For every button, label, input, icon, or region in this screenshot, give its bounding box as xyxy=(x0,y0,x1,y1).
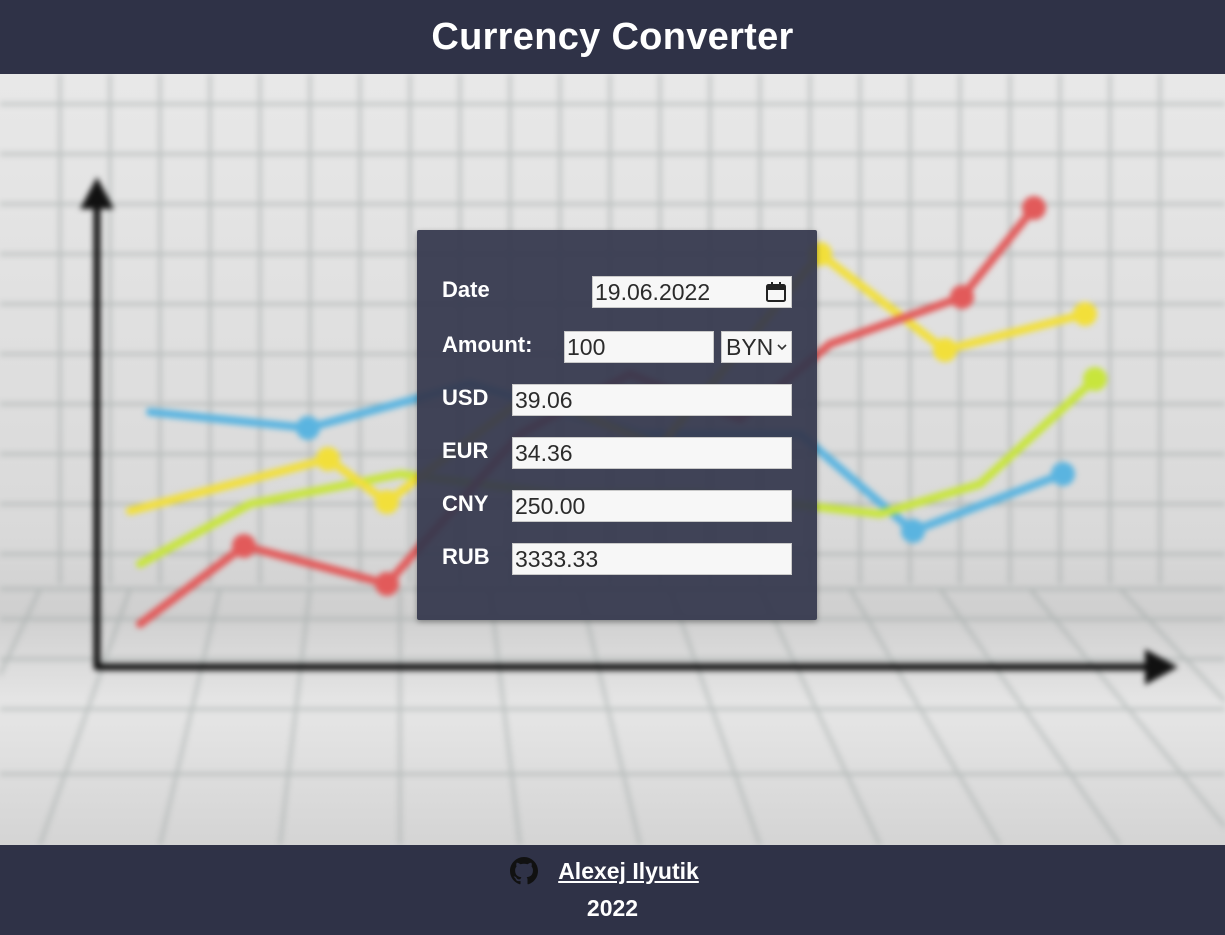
date-input[interactable]: 19.06.2022 xyxy=(592,276,792,308)
base-currency-select[interactable]: BYN xyxy=(721,331,792,363)
currency-code-eur: EUR xyxy=(442,438,489,463)
amount-input[interactable]: 100 xyxy=(564,331,714,363)
rub-result-field[interactable]: 3333.33 xyxy=(512,543,792,575)
author-link-group: Alexej Ilyutik xyxy=(0,857,1225,885)
result-row-rub: RUB 3333.33 xyxy=(442,543,792,575)
currency-code-rub: RUB xyxy=(442,544,490,569)
result-row-usd: USD 39.06 xyxy=(442,384,792,416)
app-footer: Alexej Ilyutik 2022 xyxy=(0,845,1225,935)
result-row-cny: CNY 250.00 xyxy=(442,490,792,522)
eur-result-field[interactable]: 34.36 xyxy=(512,437,792,469)
app-header: Currency Converter xyxy=(0,0,1225,74)
usd-result-field[interactable]: 39.06 xyxy=(512,384,792,416)
calendar-icon[interactable] xyxy=(765,281,787,303)
amount-label: Amount: xyxy=(442,332,533,357)
converter-card: Date 19.06.2022 Amount: 100 BYN USD 39.0… xyxy=(417,230,817,620)
page-title: Currency Converter xyxy=(431,15,794,58)
base-currency-value: BYN xyxy=(726,334,774,360)
author-link[interactable]: Alexej Ilyutik xyxy=(558,858,699,885)
result-row-eur: EUR 34.36 xyxy=(442,437,792,469)
copyright-year: 2022 xyxy=(586,895,639,921)
currency-code-usd: USD xyxy=(442,385,489,410)
date-value: 19.06.2022 xyxy=(595,279,711,305)
amount-row: Amount: 100 BYN xyxy=(442,331,792,363)
currency-code-cny: CNY xyxy=(442,491,489,516)
date-row: Date 19.06.2022 xyxy=(442,276,792,308)
chevron-down-icon xyxy=(777,344,787,351)
cny-result-field[interactable]: 250.00 xyxy=(512,490,792,522)
date-label: Date xyxy=(442,277,490,302)
github-icon[interactable] xyxy=(510,857,539,885)
